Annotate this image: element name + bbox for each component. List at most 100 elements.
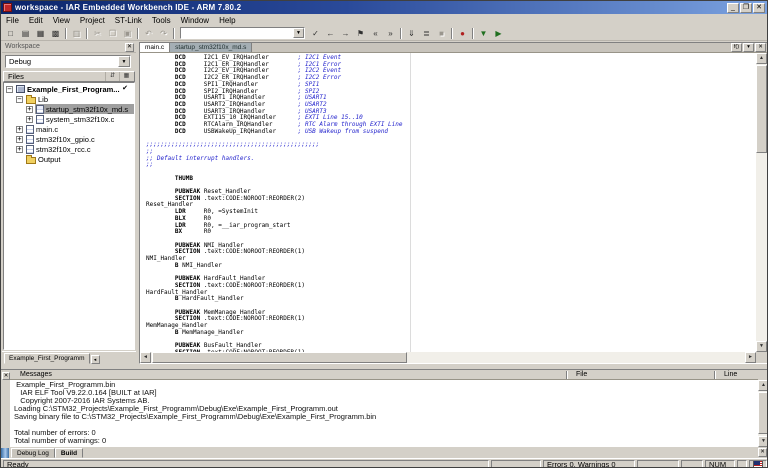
output-tab-build[interactable]: Build xyxy=(55,448,83,458)
expand-icon[interactable]: + xyxy=(26,106,33,113)
minimize-button[interactable]: _ xyxy=(727,3,739,13)
files-column-header[interactable]: Files ⇵ ▦ xyxy=(3,71,135,82)
download-active-icon[interactable]: ▼ xyxy=(476,27,491,40)
messages-header-row: Messages File Line xyxy=(10,370,758,380)
editor-tab-main-c[interactable]: main.c xyxy=(140,43,170,52)
menu-view[interactable]: View xyxy=(48,15,75,26)
output-tab-debug-log[interactable]: Debug Log xyxy=(11,448,55,458)
menu-st-link[interactable]: ST-Link xyxy=(110,15,147,26)
debug-without-downloading-icon[interactable]: ▶ xyxy=(491,27,506,40)
previous-bookmark-icon[interactable]: « xyxy=(368,27,383,40)
workspace-tab-row: Example_First_Programm ◂ xyxy=(2,351,136,364)
tree-item-example-first-program[interactable]: −Example_First_Program...✔ xyxy=(4,84,134,94)
save-all-icon[interactable]: ▩ xyxy=(48,27,63,40)
workspace-project-tab[interactable]: Example_First_Programm xyxy=(4,353,90,364)
messages-scroll-thumb[interactable] xyxy=(758,392,768,434)
vertical-scroll-thumb[interactable] xyxy=(756,65,767,153)
output-tabs-grip[interactable] xyxy=(1,448,9,458)
code-line: SECTION .text:CODE:NOROOT:REORDER(1) xyxy=(146,316,756,323)
tree-item-label: stm32f10x_gpio.c xyxy=(36,135,95,144)
toggle-bookmark-icon[interactable]: ⚑ xyxy=(353,27,368,40)
find-input[interactable] xyxy=(182,29,290,38)
navigate-backward-icon[interactable]: ← xyxy=(323,27,338,40)
status-cell-empty-3 xyxy=(681,460,703,468)
restore-button[interactable]: ❐ xyxy=(740,3,752,13)
output-close-icon[interactable]: ✕ xyxy=(758,448,767,457)
toolbar-separator xyxy=(86,28,88,39)
tree-item-stm32f10x-rcc-c[interactable]: +stm32f10x_rcc.c xyxy=(4,144,134,154)
save-icon[interactable]: ▦ xyxy=(33,27,48,40)
editor-tab-bar: main.cstartup_stm32f10x_md.s xyxy=(140,43,767,53)
expand-icon[interactable]: + xyxy=(16,136,23,143)
editor-horizontal-scrollbar[interactable]: ◄ ► xyxy=(140,352,756,363)
new-document-icon[interactable]: □ xyxy=(3,27,18,40)
file-icon xyxy=(36,115,44,124)
workspace-close-icon[interactable]: ✕ xyxy=(125,43,134,52)
find-combobox[interactable]: ▼ xyxy=(180,27,305,39)
download-and-debug-icon[interactable]: ● xyxy=(455,27,470,40)
toolbar-separator xyxy=(451,28,453,39)
editor-vertical-scrollbar[interactable]: ▲ ▼ xyxy=(756,53,767,352)
title-bar: workspace - IAR Embedded Workbench IDE -… xyxy=(1,1,767,14)
menu-file[interactable]: File xyxy=(1,15,24,26)
menu-edit[interactable]: Edit xyxy=(24,15,48,26)
find-dropdown-icon[interactable]: ▼ xyxy=(293,28,304,38)
code-line: THUMB xyxy=(146,176,756,183)
tree-item-system-stm32f10x-c[interactable]: +system_stm32f10x.c xyxy=(4,114,134,124)
scroll-up-icon[interactable]: ▲ xyxy=(756,53,767,64)
tree-item-output[interactable]: Output xyxy=(4,154,134,164)
make-icon[interactable]: ⇓ xyxy=(404,27,419,40)
expand-icon[interactable]: + xyxy=(16,126,23,133)
editor-pane: main.cstartup_stm32f10x_md.s f() ▾ ✕ DCD… xyxy=(139,42,768,364)
menu-window[interactable]: Window xyxy=(176,15,214,26)
collapse-icon[interactable]: − xyxy=(16,96,23,103)
messages-dock-grip[interactable]: ✕ xyxy=(1,370,10,447)
editor-dropdown-icon[interactable]: ▾ xyxy=(743,43,754,52)
collapse-icon[interactable]: − xyxy=(6,86,13,93)
expand-icon[interactable]: + xyxy=(26,116,33,123)
stop-build-icon: ■ xyxy=(434,27,449,40)
scroll-left-icon[interactable]: ◄ xyxy=(140,352,151,363)
toolbar-separator xyxy=(472,28,474,39)
tree-item-stm32f10x-gpio-c[interactable]: + stm32f10x_gpio.c xyxy=(4,134,134,144)
workspace-tab-scroll-icon[interactable]: ◂ xyxy=(91,355,100,364)
menu-help[interactable]: Help xyxy=(214,15,240,26)
messages-scroll-up-icon[interactable]: ▲ xyxy=(758,380,768,391)
configuration-select[interactable]: Debug ▼ xyxy=(5,55,131,68)
messages-scroll-down-icon[interactable]: ▼ xyxy=(758,436,768,447)
editor-close-icon[interactable]: ✕ xyxy=(755,43,766,52)
files-column-output-icon[interactable]: ▦ xyxy=(119,72,133,81)
scrollbar-corner xyxy=(756,352,767,363)
horizontal-scroll-thumb[interactable] xyxy=(152,352,407,363)
menu-tools[interactable]: Tools xyxy=(147,15,176,26)
function-list-button[interactable]: f() xyxy=(731,43,742,52)
close-button[interactable]: ✕ xyxy=(753,3,765,13)
iar-workbench-window: workspace - IAR Embedded Workbench IDE -… xyxy=(0,0,768,468)
messages-close-icon[interactable]: ✕ xyxy=(2,372,10,380)
build-log-line: Saving binary file to C:\STM32_Projects\… xyxy=(14,413,758,421)
menu-project[interactable]: Project xyxy=(75,15,110,26)
scroll-right-icon[interactable]: ► xyxy=(745,352,756,363)
open-file-icon[interactable]: ▤ xyxy=(18,27,33,40)
active-project-check-icon: ✔ xyxy=(122,84,128,92)
expand-icon[interactable]: + xyxy=(16,146,23,153)
us-flag-icon xyxy=(753,460,763,468)
tree-item-main-c[interactable]: +main.c xyxy=(4,124,134,134)
code-editor-area[interactable]: DCD I2C1_EV_IRQHandler ; I2C1 Event DCD … xyxy=(140,53,756,352)
configuration-dropdown-icon[interactable]: ▼ xyxy=(118,56,130,67)
code-line xyxy=(146,169,756,176)
tree-item-lib[interactable]: −Lib xyxy=(4,94,134,104)
build-log-line xyxy=(14,421,758,429)
quick-search-icon[interactable]: ✓ xyxy=(308,27,323,40)
editor-tab-startup-stm32f10x-md-s[interactable]: startup_stm32f10x_md.s xyxy=(170,43,252,52)
scroll-down-icon[interactable]: ▼ xyxy=(756,341,767,352)
files-column-options-icon[interactable]: ⇵ xyxy=(105,72,119,81)
messages-scrollbar[interactable]: ▲ ▼ xyxy=(758,380,768,447)
tree-item-startup-stm32f10x-md-s[interactable]: +startup_stm32f10x_md.s xyxy=(4,104,134,114)
paste-icon: ▣ xyxy=(120,27,135,40)
toolbar-separator xyxy=(137,28,139,39)
navigate-forward-icon[interactable]: → xyxy=(338,27,353,40)
compile-icon[interactable]: ≣ xyxy=(419,27,434,40)
build-log-output: Example_First_Programm.bin IAR ELF Tool … xyxy=(10,380,758,447)
next-bookmark-icon[interactable]: » xyxy=(383,27,398,40)
